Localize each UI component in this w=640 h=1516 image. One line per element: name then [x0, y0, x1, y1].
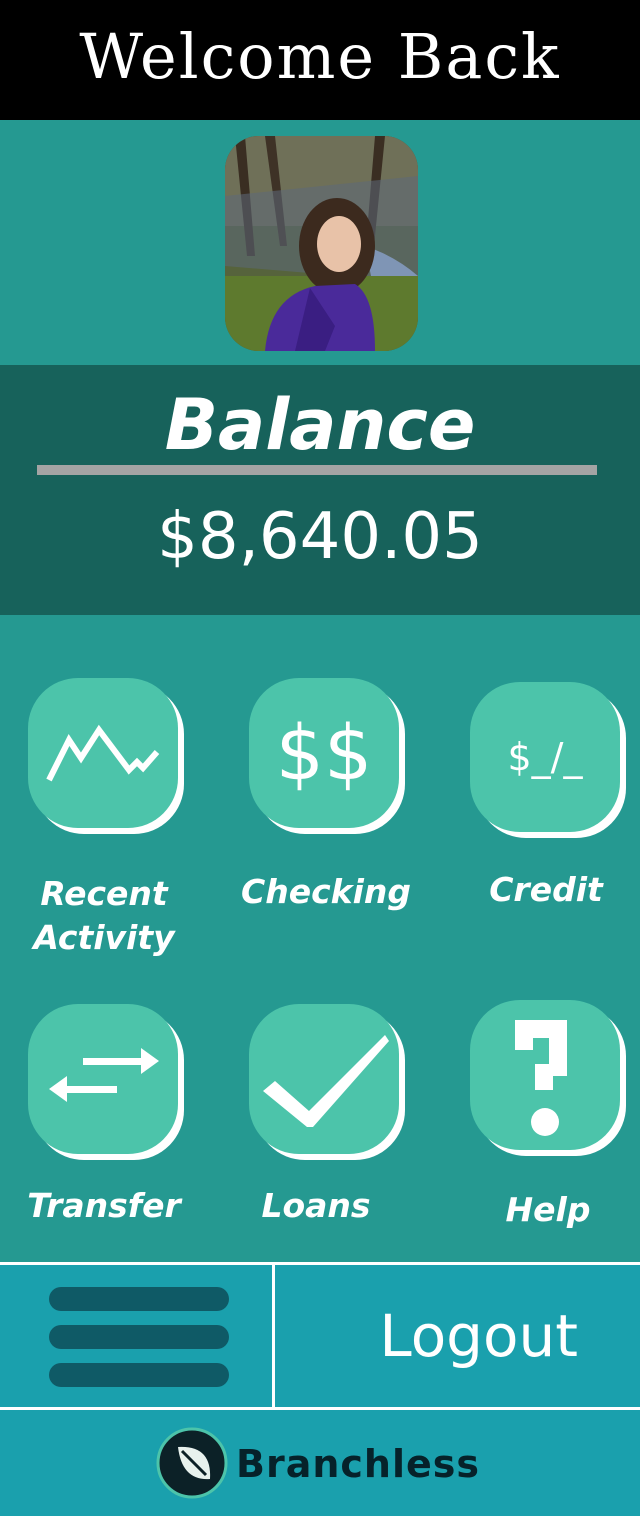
checking-label: Checking — [240, 872, 412, 911]
recent-activity-label: Recent Activity — [33, 874, 175, 957]
brand-bar: Branchless — [0, 1410, 640, 1516]
menu-button[interactable] — [0, 1265, 275, 1407]
balance-label: Balance — [164, 384, 476, 466]
transfer-button[interactable] — [28, 1004, 184, 1160]
logout-button[interactable]: Logout — [278, 1265, 640, 1407]
credit-button[interactable]: $_/_ — [470, 682, 626, 838]
question-mark-icon — [515, 1020, 567, 1136]
balance-amount: $8,640.05 — [157, 500, 483, 574]
bottom-navigation: Logout — [0, 1262, 640, 1410]
activity-chart-icon — [46, 724, 160, 782]
brand-name: Branchless — [236, 1442, 481, 1486]
page-title: Welcome Back — [79, 20, 561, 93]
recent-activity-button[interactable] — [28, 678, 184, 834]
transfer-label: Transfer — [27, 1186, 181, 1225]
credit-label: Credit — [489, 870, 603, 909]
balance-panel: Balance $8,640.05 — [0, 365, 640, 615]
balance-divider — [37, 465, 597, 475]
profile-photo — [225, 136, 418, 351]
header-bar: Welcome Back — [0, 0, 640, 120]
double-dollar-icon: $$ — [275, 708, 373, 797]
checkmark-icon — [263, 1035, 389, 1127]
help-label: Help — [505, 1190, 591, 1229]
avatar — [225, 136, 418, 351]
checking-button[interactable]: $$ — [249, 678, 405, 834]
help-button[interactable] — [470, 1000, 626, 1156]
transfer-arrows-icon — [49, 1048, 159, 1102]
credit-icon: $_/_ — [507, 735, 583, 779]
leaf-logo-icon — [156, 1427, 228, 1499]
loans-label: Loans — [261, 1186, 371, 1225]
loans-button[interactable] — [249, 1004, 405, 1160]
